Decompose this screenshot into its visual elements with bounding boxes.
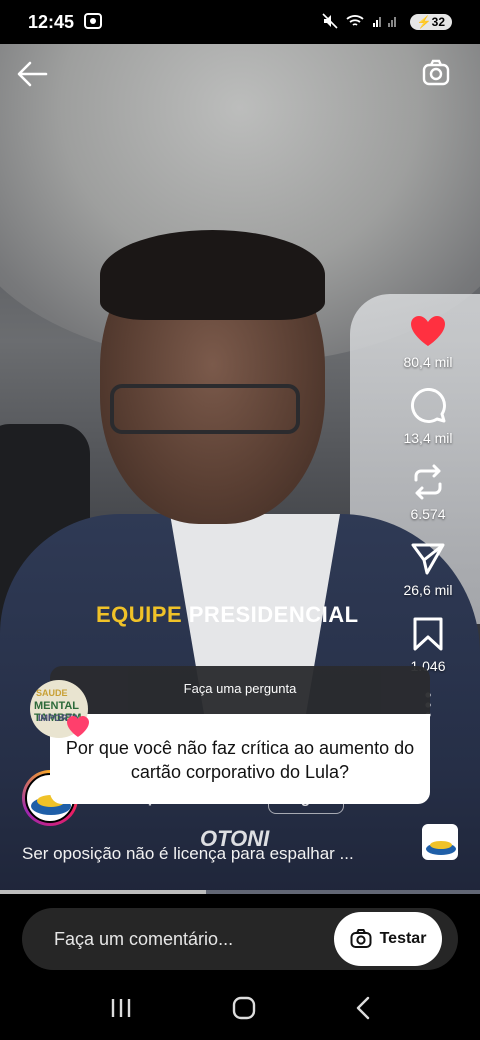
send-icon	[411, 543, 445, 575]
comment-icon	[411, 388, 446, 423]
bookmark-icon	[413, 617, 443, 651]
comment-placeholder: Faça um comentário...	[54, 929, 234, 949]
home-button[interactable]	[232, 996, 256, 1025]
wifi-icon	[346, 14, 364, 31]
status-indicators: ⚡32	[322, 12, 452, 32]
repost-count: 6.574	[410, 506, 446, 522]
video-caption-highlight: EQUIPE	[96, 602, 183, 627]
question-sticker-title: Faça uma pergunta	[50, 666, 430, 714]
repost-action[interactable]: 6.574	[410, 464, 446, 522]
heart-badge-icon	[67, 716, 89, 737]
share-count: 26,6 mil	[403, 582, 453, 598]
share-action[interactable]: 26,6 mil	[403, 540, 453, 598]
like-count: 80,4 mil	[403, 354, 453, 370]
system-nav-bar	[0, 980, 480, 1040]
mute-icon	[322, 12, 338, 32]
comment-count: 13,4 mil	[403, 430, 453, 446]
camera-button[interactable]	[422, 58, 452, 88]
battery-indicator: ⚡32	[409, 14, 452, 30]
recent-apps-button[interactable]	[109, 997, 133, 1024]
home-icon	[232, 996, 256, 1019]
question-sticker-text: Por que você não faz crítica ao aumento …	[50, 714, 430, 804]
repost-icon	[414, 464, 442, 500]
comment-bar: Faça um comentário... Testar	[0, 894, 480, 980]
camera-icon	[350, 929, 372, 948]
recent-apps-icon	[112, 998, 131, 1017]
like-action[interactable]: 80,4 mil	[403, 314, 453, 370]
chevron-left-icon	[356, 996, 369, 1019]
heart-filled-icon	[411, 316, 445, 346]
camera-icon	[422, 59, 450, 86]
screen-record-icon	[84, 12, 103, 32]
status-bar: 12:45 ⚡32	[0, 0, 480, 44]
comment-action[interactable]: 13,4 mil	[403, 388, 453, 446]
system-back-button[interactable]	[355, 996, 371, 1025]
comment-input[interactable]: Faça um comentário... Testar	[22, 908, 458, 970]
status-time: 12:45	[28, 11, 75, 32]
video-person-hair	[100, 230, 325, 320]
video-person-glasses	[110, 384, 300, 434]
battery-level: 32	[431, 15, 445, 29]
video-caption-rest: PRESIDENCIAL	[182, 602, 359, 627]
test-button[interactable]: Testar	[334, 912, 442, 966]
arrow-left-icon	[17, 61, 48, 87]
signal-icon	[372, 14, 402, 31]
audio-thumbnail[interactable]	[422, 824, 458, 860]
back-button[interactable]	[14, 56, 50, 92]
responder-avatar-text-1: SAUDE	[36, 688, 68, 698]
video-description[interactable]: Ser oposição não é licença para espalhar…	[22, 844, 354, 864]
question-sticker[interactable]: Faça uma pergunta Por que você não faz c…	[50, 666, 430, 804]
video-caption: EQUIPE PRESIDENCIAL	[96, 602, 359, 628]
test-button-label: Testar	[379, 930, 427, 947]
